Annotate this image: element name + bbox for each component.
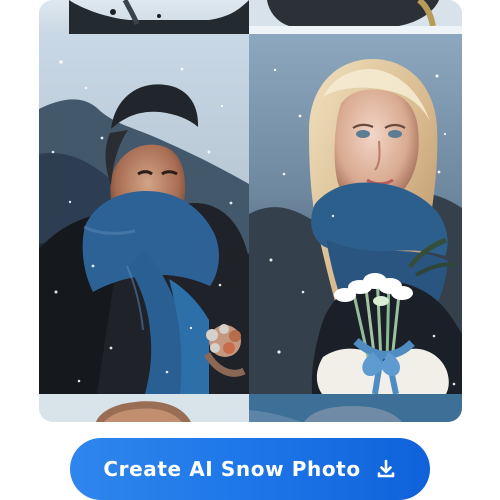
- man-snow-photo: [39, 34, 249, 394]
- woman-snow-photo: [249, 34, 462, 394]
- photo-gallery: [39, 0, 462, 422]
- bottom-right-photo: [249, 394, 462, 422]
- snow-photo-promo: Create AI Snow Photo: [0, 0, 500, 500]
- top-right-photo: [249, 0, 462, 34]
- create-ai-snow-photo-label: Create AI Snow Photo: [103, 457, 361, 481]
- download-icon: [375, 458, 397, 480]
- create-ai-snow-photo-button[interactable]: Create AI Snow Photo: [70, 438, 430, 500]
- top-left-photo: [39, 0, 249, 34]
- bottom-left-photo: [39, 394, 249, 422]
